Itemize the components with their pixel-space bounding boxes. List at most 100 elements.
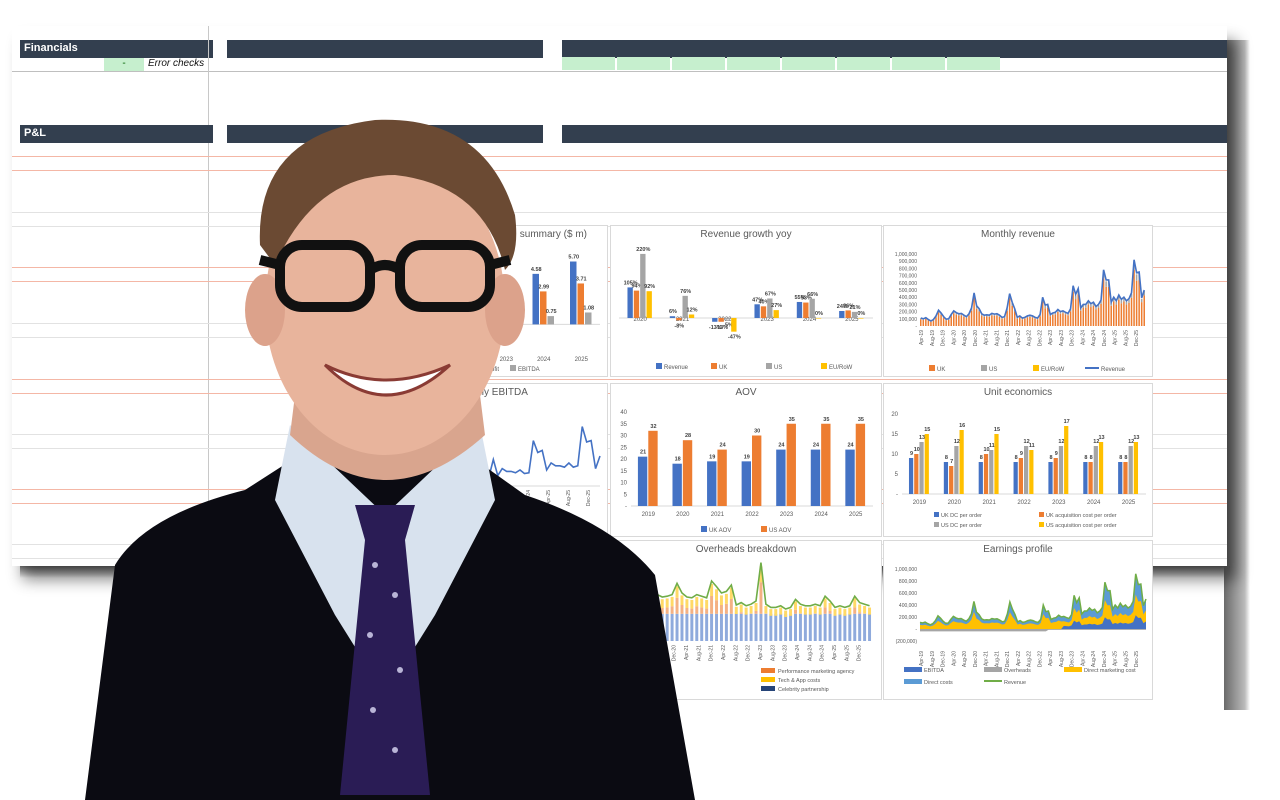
bar-celebrity [863, 613, 867, 641]
bar [908, 458, 914, 494]
data-label: 21% [850, 305, 861, 311]
bar-uk [1019, 317, 1021, 326]
x-tick-label: 2023 [1052, 500, 1066, 506]
bar-performance [759, 582, 763, 614]
data-label: 35 [823, 417, 829, 423]
y-tick-label: 20 [891, 412, 898, 418]
x-tick-label: 2021 [711, 512, 725, 518]
divider [12, 71, 1227, 72]
data-label: 0% [815, 311, 823, 317]
bar [839, 310, 845, 318]
legend-label: Direct marketing cost [1084, 668, 1136, 674]
x-tick-label: 2024 [1087, 500, 1101, 506]
bar-uk [991, 315, 993, 326]
bar-us [1044, 305, 1046, 309]
bar-celebrity [813, 613, 817, 641]
legend-label: EU/RoW [1041, 367, 1065, 373]
bar-performance [705, 608, 709, 614]
bar-performance [823, 607, 827, 614]
data-label: 17 [1064, 419, 1070, 425]
bar-uk [1115, 304, 1118, 326]
status-badge [1002, 57, 1055, 70]
bar [1018, 458, 1023, 494]
legend-swatch [761, 526, 767, 532]
data-label: 13 [919, 435, 925, 441]
x-tick-label: Aug-21 [994, 330, 1000, 346]
data-label: 8 [1084, 455, 1087, 461]
bar-celebrity [734, 613, 738, 641]
x-tick-label: 2022 [745, 512, 759, 518]
legend-label: UK [937, 367, 945, 373]
chart-monthly-revenue[interactable]: Monthly revenue -100,000 200,000 300,000 40… [883, 225, 1153, 377]
bar [809, 298, 815, 318]
bar [1048, 462, 1053, 494]
x-tick-label: Apr-19 [919, 330, 925, 345]
x-tick-label: Apr-22 [1016, 330, 1022, 345]
legend-swatch [761, 686, 775, 691]
bar-us [1125, 301, 1128, 305]
bar-uk [960, 315, 963, 326]
bar [845, 449, 855, 506]
bar [796, 301, 803, 318]
y-tick-label: 5 [895, 472, 899, 478]
bar [851, 311, 858, 318]
x-tick-label: Apr-23 [758, 645, 764, 660]
bar-celebrity [719, 613, 723, 641]
bar-uk [1057, 311, 1059, 326]
x-tick-label: Apr-24 [1080, 330, 1086, 345]
bar [943, 462, 949, 494]
bar-uk [1110, 305, 1112, 326]
error-check-value[interactable]: - [104, 58, 144, 71]
bar-uk [940, 314, 942, 326]
chart-earnings-profile[interactable]: Earnings profile (200,000) -200,000 400,00… [883, 540, 1153, 700]
bar-celebrity [769, 613, 773, 641]
bar-uk [1138, 280, 1140, 326]
legend-swatch [904, 667, 922, 672]
bar-celebrity [729, 613, 733, 641]
bar [741, 461, 751, 506]
x-tick-label: Aug-24 [1091, 330, 1097, 346]
x-tick-label: 2025 [1122, 500, 1136, 506]
bar [1098, 442, 1104, 494]
bar-uk [1016, 318, 1019, 326]
data-label: 7 [950, 459, 953, 465]
data-label: 8 [945, 455, 948, 461]
x-tick-label: Aug-25 [1123, 651, 1129, 667]
x-tick-label: Dec-23 [1070, 651, 1076, 667]
data-label: 8 [1015, 455, 1018, 461]
legend-swatch [1033, 365, 1039, 371]
data-label: 35 [858, 417, 864, 423]
y-tick-label: 1,000,000 [895, 252, 917, 258]
chart-unit-economics[interactable]: Unit economics -5 10 15 20 2019 9 10 13 15 2020 8 7… [883, 383, 1153, 537]
y-tick-label: - [915, 627, 917, 633]
bar-tech [818, 607, 822, 615]
bar-uk [963, 316, 965, 326]
data-label: 24 [720, 443, 727, 449]
bar-uk [1082, 307, 1085, 326]
bar-tech [769, 609, 773, 616]
x-tick-label: Aug-25 [1123, 330, 1129, 346]
bar-uk [996, 315, 998, 326]
bar-tech [764, 606, 768, 614]
legend-label: Performance marketing agency [778, 669, 855, 675]
data-label: 9 [1055, 451, 1058, 457]
bar [718, 317, 724, 322]
bar [810, 449, 821, 506]
bar-us [1135, 274, 1138, 281]
bar-uk [998, 316, 1001, 326]
bar-tech [794, 601, 797, 610]
y-tick-label: 400,000 [899, 295, 917, 301]
legend-swatch [1039, 512, 1044, 517]
legend-label: US acquisition cost per order [1046, 523, 1117, 529]
bar [1029, 450, 1034, 494]
bar [978, 462, 983, 494]
bar-uk [942, 318, 945, 326]
bar-celebrity [818, 613, 822, 641]
x-tick-label: Apr-20 [951, 330, 957, 345]
data-label: 15 [994, 427, 1000, 433]
bar [954, 446, 959, 494]
bar [994, 434, 999, 494]
bar-performance [719, 605, 723, 614]
bar-uk [1095, 309, 1097, 326]
x-tick-label: Dec-24 [820, 645, 826, 661]
